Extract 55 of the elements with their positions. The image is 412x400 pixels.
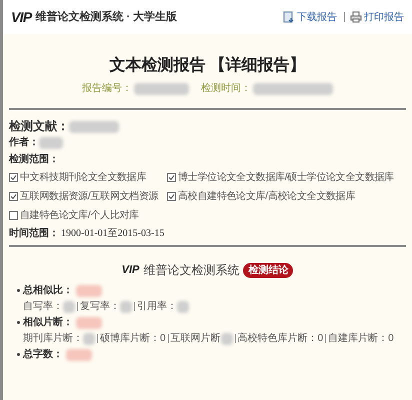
action-link[interactable]: 打印报告 [364, 10, 404, 24]
result-label: 总相似比： [23, 284, 73, 297]
result-label: 相似片断： [23, 316, 73, 329]
bullet-icon [17, 289, 20, 292]
detail-value: 0 [160, 332, 166, 345]
detail-label: 引用率： [137, 300, 177, 313]
field-label: 时间范围： [9, 227, 59, 240]
scope-label: 自建特色论文库/个人比对库 [20, 209, 139, 222]
logo-text: 维普论文检测系统 · 大学生版 [35, 9, 178, 25]
meta-label: 检测时间： [201, 82, 251, 96]
checkbox[interactable] [167, 173, 176, 182]
redacted-value [134, 82, 189, 94]
detail-label: 高校特色库片断： [238, 332, 318, 345]
scope-label: 互联网数据资源/互联网文档资源 [20, 190, 158, 203]
detail-value: 0 [388, 332, 394, 345]
redacted-value [39, 136, 63, 148]
detail-label: 复写率： [80, 300, 120, 313]
scope-label: 中文科技期刊论文全文数据库 [20, 171, 146, 184]
bullet-icon [17, 353, 20, 356]
system-name: 维普论文检测系统 [143, 262, 240, 279]
redacted-value [177, 300, 189, 312]
bullet-icon [17, 321, 20, 324]
detail-label: 自建库片断： [328, 332, 388, 345]
redacted-value [76, 284, 102, 296]
scope-label: 博士学位论文全文数据库/硕士学位论文全文数据库 [178, 171, 394, 184]
scope-label: 高校自建特色论文库/高校论文全文数据库 [178, 190, 356, 203]
document-icon [283, 11, 295, 23]
time-range: 1900-01-01至2015-03-15 [61, 227, 164, 240]
detail-label: 自写率： [23, 300, 63, 313]
printer-icon [350, 11, 362, 23]
field-label: 检测范围： [9, 153, 60, 166]
redacted-value [83, 332, 95, 344]
detail-label: 期刊库片断： [23, 332, 83, 345]
result-label: 总字数： [23, 348, 63, 361]
checkbox[interactable] [167, 192, 176, 201]
detail-label: 硕博库片断： [100, 332, 160, 345]
logo-mark: VIP [122, 262, 140, 278]
checkbox[interactable] [9, 173, 18, 182]
redacted-value [63, 300, 75, 312]
detail-label: 互联网片断 [170, 332, 221, 345]
field-label: 检测文献： [9, 120, 69, 133]
report-title: 文本检测报告 【详细报告】 [108, 56, 307, 76]
detail-value: 0 [318, 332, 324, 345]
checkbox[interactable] [9, 192, 18, 201]
action-link[interactable]: 下载报告 [297, 10, 337, 24]
logo-mark: VIP [11, 8, 32, 26]
redacted-value [66, 348, 92, 360]
redacted-value [120, 300, 132, 312]
conclusion-badge: 检测结论 [243, 262, 294, 278]
redacted-value [69, 120, 119, 132]
meta-label: 报告编号： [82, 82, 132, 96]
field-label: 作者： [9, 136, 39, 149]
redacted-value [220, 332, 233, 344]
redacted-value [76, 316, 102, 328]
checkbox[interactable] [9, 211, 18, 220]
